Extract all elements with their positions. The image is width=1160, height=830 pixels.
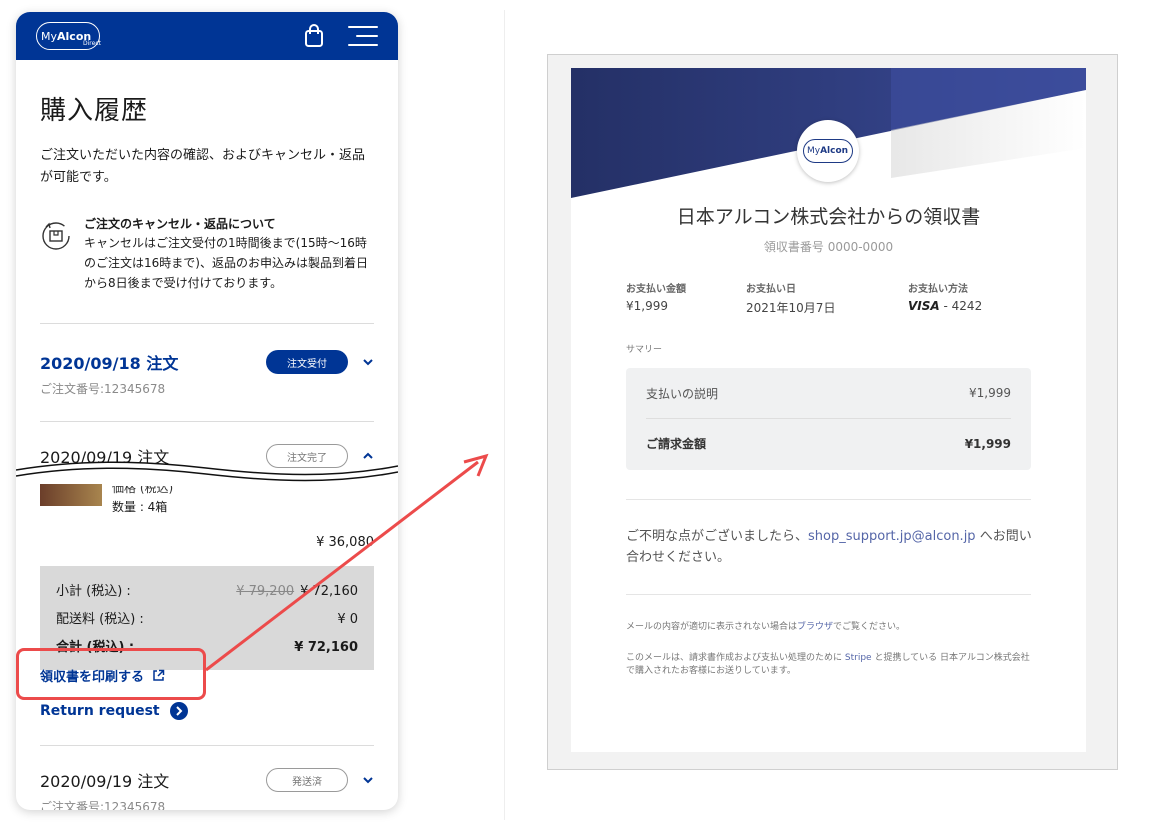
summary-row: ご請求金額 ¥1,999 <box>646 418 1011 468</box>
myalcon-direct-logo[interactable]: My Alcon Direct <box>36 22 101 50</box>
order-card[interactable]: 2020/09/19 注文 発送済 ご注文番号:12345678 <box>40 768 374 810</box>
shipping-row: 配送料 (税込) : ¥ 0 <box>56 606 358 634</box>
logo-my-text: My <box>41 29 58 43</box>
payment-amount-block: お支払い金額 ¥1,999 <box>626 280 686 313</box>
payment-date-label: お支払い日 <box>746 284 796 295</box>
support-email-link[interactable]: shop_support.jp@alcon.jp <box>808 529 976 544</box>
divider <box>626 594 1031 595</box>
intro-text: ご注文いただいた内容の確認、およびキャンセル・返品が可能です。 <box>40 148 366 185</box>
screenshot-stage: My Alcon Direct 購入履歴 ご注文いただいた内容の確認、およびキャン… <box>0 0 1160 830</box>
receipt-email-frame: My Alcon 日本アルコン株式会社からの領収書 領収書番号 0000-0000… <box>547 54 1118 770</box>
print-receipt-link[interactable]: 領収書を印刷する <box>40 666 165 685</box>
footer-text: でご覧ください。 <box>833 622 906 632</box>
arrow-right-circle-icon <box>169 702 188 720</box>
subtotal-value: ¥ 72,160 <box>300 584 358 599</box>
status-badge: 注文受付 <box>266 350 348 374</box>
return-request-label: Return request <box>40 703 160 719</box>
stripe-link[interactable]: Stripe <box>845 653 872 663</box>
summary-label: サマリー <box>626 345 663 355</box>
logo-my-text: My <box>807 146 821 156</box>
billed-amount-value: ¥1,999 <box>964 436 1011 451</box>
chevron-down-icon[interactable] <box>362 356 374 368</box>
order-date[interactable]: 2020/09/19 注文 <box>40 768 169 792</box>
item-line-total: ¥ 36,080 <box>316 535 374 550</box>
myalcon-direct-logo: My Alcon <box>797 120 859 182</box>
shipping-value: ¥ 0 <box>337 612 358 627</box>
summary-row: 支払いの説明 ¥1,999 <box>646 368 1011 418</box>
visa-logo: VISA <box>908 299 940 313</box>
order-number: ご注文番号:12345678 <box>40 800 166 810</box>
payment-description-amount: ¥1,999 <box>969 386 1011 400</box>
subtotal-label: 小計 (税込) : <box>56 584 131 599</box>
browser-view-link[interactable]: ブラウザ <box>797 622 833 632</box>
hamburger-menu-icon[interactable] <box>348 26 378 46</box>
page-title: 購入履歴 <box>40 96 149 126</box>
receipt-email: My Alcon 日本アルコン株式会社からの領収書 領収書番号 0000-0000… <box>571 68 1086 752</box>
subtotal-row: 小計 (税込) : ¥ 79,200 ¥ 72,160 <box>56 578 358 606</box>
page-content: 購入履歴 ご注文いただいた内容の確認、およびキャンセル・返品が可能です。 ご注文… <box>16 90 398 550</box>
return-box-icon <box>42 222 70 250</box>
divider <box>626 499 1031 500</box>
receipt-title: 日本アルコン株式会社からの領収書 <box>676 206 981 228</box>
payment-description-label: 支払いの説明 <box>646 386 719 401</box>
print-receipt-label: 領収書を印刷する <box>40 670 145 685</box>
payment-date-value: 2021年10月7日 <box>746 301 836 315</box>
payment-amount-label: お支払い金額 <box>626 284 686 295</box>
summary-table: 支払いの説明 ¥1,999 ご請求金額 ¥1,999 <box>626 368 1031 470</box>
footer-text: このメールは、請求書作成および支払い処理のために <box>626 653 845 663</box>
logo-alcon-text: Alcon <box>820 146 849 156</box>
chevron-down-icon[interactable] <box>362 774 374 786</box>
divider <box>40 745 374 746</box>
order-card-expanded[interactable]: 2020/09/19 注文 注文完了 価格 (税込) 数量: 4箱 ¥ 36,… <box>16 422 398 550</box>
logo-direct-text: Direct <box>83 39 101 47</box>
card-last4: - 4242 <box>943 299 983 313</box>
shopping-bag-icon[interactable] <box>304 24 324 48</box>
cancel-return-notice: ご注文のキャンセル・返品について キャンセルはご注文受付の1時間後まで(15時〜… <box>40 215 374 293</box>
subtotal-original-price: ¥ 79,200 <box>236 584 295 599</box>
panel-separator <box>504 10 505 820</box>
cancel-notice-title: ご注文のキャンセル・返品について <box>84 217 276 231</box>
footer-stripe-notice: このメールは、請求書作成および支払い処理のために Stripe と提携している … <box>626 652 1036 678</box>
return-request-link[interactable]: Return request <box>40 702 188 720</box>
receipt-number: 領収書番号 0000-0000 <box>763 240 894 254</box>
mobile-purchase-history-screen: My Alcon Direct 購入履歴 ご注文いただいた内容の確認、およびキャン… <box>16 12 398 810</box>
status-badge: 発送済 <box>266 768 348 792</box>
item-quantity: 数量 : 4箱 <box>112 500 168 514</box>
payment-method-label: お支払い方法 <box>908 284 968 295</box>
total-value: ¥ 72,160 <box>294 640 358 655</box>
payment-amount-value: ¥1,999 <box>626 299 668 313</box>
footer-browser-notice: メールの内容が適切に表示されない場合はブラウザでご覧ください。 <box>626 621 1036 634</box>
contact-text: ご不明な点がございましたら、shop_support.jp@alcon.jp へ… <box>626 526 1036 568</box>
order-card[interactable]: 2020/09/18 注文 注文受付 ご注文番号:12345678 <box>40 324 374 421</box>
order-number: ご注文番号:12345678 <box>40 382 166 396</box>
contact-text-pre: ご不明な点がございましたら、 <box>626 529 809 544</box>
top-navigation-bar: My Alcon Direct <box>16 12 398 60</box>
item-price-label: 価格 (税込) <box>112 486 174 494</box>
payment-method-block: お支払い方法 VISA - 4242 <box>908 280 982 313</box>
payment-date-block: お支払い日 2021年10月7日 <box>746 280 835 316</box>
topbar-actions <box>304 24 378 48</box>
billed-amount-label: ご請求金額 <box>646 437 707 451</box>
footer-text: メールの内容が適切に表示されない場合は <box>626 622 798 632</box>
order-date[interactable]: 2020/09/18 注文 <box>40 350 178 374</box>
cancel-notice-text: キャンセルはご注文受付の1時間後まで(15時〜16時のご注文は16時まで)、返品… <box>84 236 368 290</box>
product-thumbnail <box>40 484 102 506</box>
shipping-label: 配送料 (税込) : <box>56 612 144 627</box>
external-link-icon <box>153 669 165 681</box>
